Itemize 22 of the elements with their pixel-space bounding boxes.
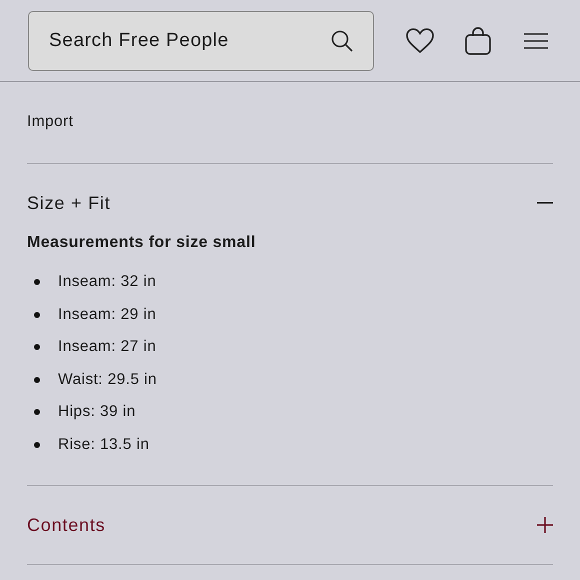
care-line: Import	[27, 112, 74, 132]
accordion-header[interactable]: Contents	[27, 486, 553, 564]
measurement-item: Inseam: 27 in	[58, 338, 156, 356]
shopping-bag-icon[interactable]	[464, 26, 492, 54]
bullet-icon	[34, 442, 40, 448]
bullet-icon	[34, 344, 40, 350]
measurement-item: Hips: 39 in	[58, 403, 136, 422]
heart-icon[interactable]	[406, 28, 434, 54]
menu-icon[interactable]	[524, 32, 548, 50]
measurement-item: Inseam: 32 in	[58, 273, 156, 292]
bullet-icon	[34, 376, 40, 383]
bullet-icon	[34, 409, 40, 416]
search-icon[interactable]	[330, 28, 354, 52]
measurements-heading: Measurements for size small	[27, 234, 257, 252]
measurement-item: Inseam: 29 in	[58, 306, 156, 324]
measurement-item: Waist: 29.5 in	[58, 370, 157, 389]
measurement-item: Rise: 13.5 in	[58, 436, 150, 454]
search-field[interactable]: Search Free People	[28, 10, 374, 70]
plus-icon	[537, 517, 553, 533]
minus-icon	[537, 202, 553, 204]
bullet-icon	[34, 312, 40, 318]
bullet-icon	[34, 279, 40, 286]
